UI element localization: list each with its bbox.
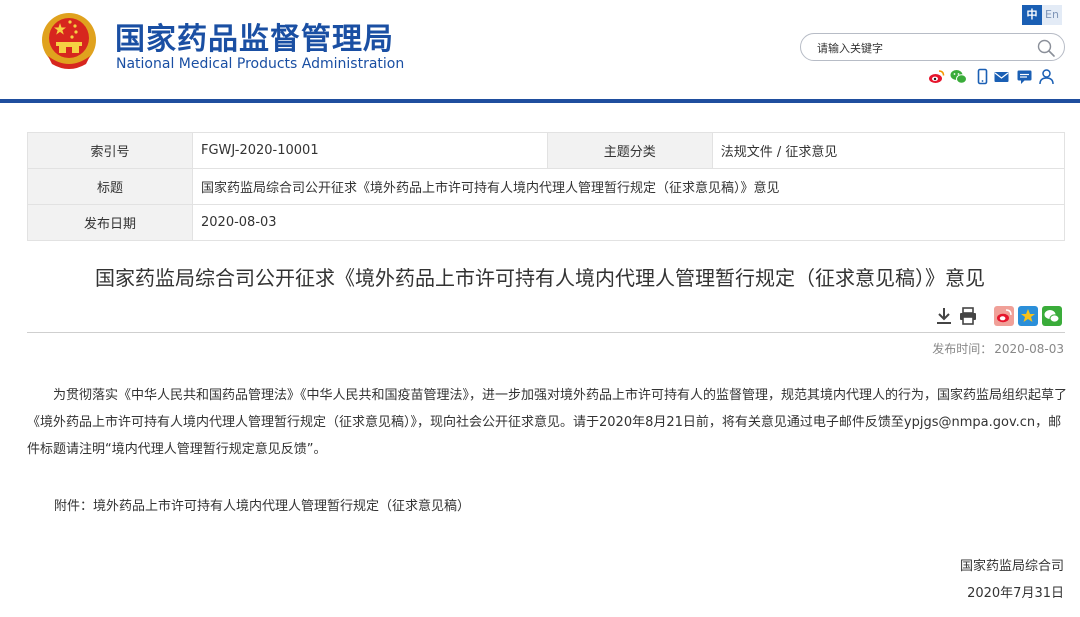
index-label: 索引号 — [27, 132, 193, 169]
wechat-share-icon[interactable] — [1042, 306, 1062, 326]
national-emblem-icon[interactable] — [40, 10, 98, 72]
title-value: 国家药监局综合司公开征求《境外药品上市许可持有人境内代理人管理暂行规定（征求意见… — [192, 168, 1065, 205]
wechat-icon[interactable] — [950, 68, 967, 85]
meta-row-title: 标题 国家药监局综合司公开征求《境外药品上市许可持有人境内代理人管理暂行规定（征… — [27, 168, 1065, 205]
index-value: FGWJ-2020-10001 — [192, 132, 548, 169]
document-meta-table: 索引号 FGWJ-2020-10001 主题分类 法规文件 / 征求意见 标题 … — [27, 132, 1066, 241]
date-value: 2020-08-03 — [192, 204, 1065, 241]
article-body: 为贯彻落实《中华人民共和国药品管理法》《中华人民共和国疫苗管理法》，进一步加强对… — [27, 388, 1068, 457]
meta-row-index: 索引号 FGWJ-2020-10001 主题分类 法规文件 / 征求意见 — [27, 132, 1066, 169]
print-icon[interactable] — [958, 306, 978, 326]
category-label: 主题分类 — [546, 132, 713, 169]
search-box — [800, 33, 1065, 61]
category-value: 法规文件 / 征求意见 — [711, 132, 1066, 169]
search-icon[interactable] — [1036, 38, 1056, 58]
language-english-button[interactable]: En — [1042, 5, 1062, 25]
weibo-share-icon[interactable] — [994, 306, 1014, 326]
meta-row-date: 发布日期 2020-08-03 — [27, 204, 1065, 241]
title-separator — [27, 332, 1065, 333]
attachment-link[interactable]: 附件：境外药品上市许可持有人境内代理人管理暂行规定（征求意见稿） — [54, 495, 470, 514]
message-icon[interactable] — [1016, 68, 1033, 85]
date-label: 发布日期 — [27, 204, 193, 241]
signature-org: 国家药监局综合司 — [959, 559, 1064, 574]
weibo-icon[interactable] — [928, 68, 945, 85]
qzone-share-icon[interactable] — [1018, 306, 1038, 326]
header-divider — [0, 99, 1080, 103]
language-chinese-button[interactable]: 中 — [1022, 5, 1042, 25]
search-input[interactable] — [817, 38, 1027, 58]
publish-time-value: 2020-08-03 — [994, 342, 1064, 356]
title-label: 标题 — [27, 168, 193, 205]
site-header: 国家药品监督管理局 National Medical Products Admi… — [0, 0, 1080, 100]
download-icon[interactable] — [934, 306, 954, 326]
publish-time: 发布时间： 2020-08-03 — [930, 340, 1064, 357]
user-icon[interactable] — [1038, 68, 1055, 85]
site-name-en[interactable]: National Medical Products Administration — [116, 56, 404, 72]
signature-date: 2020年7月31日 — [967, 586, 1064, 601]
article-title: 国家药监局综合司公开征求《境外药品上市许可持有人境内代理人管理暂行规定（征求意见… — [95, 266, 985, 290]
mail-icon[interactable] — [993, 68, 1010, 85]
mobile-icon[interactable] — [974, 68, 991, 85]
site-name-cn[interactable]: 国家药品监督管理局 — [115, 14, 394, 58]
publish-time-label: 发布时间： — [932, 342, 993, 356]
